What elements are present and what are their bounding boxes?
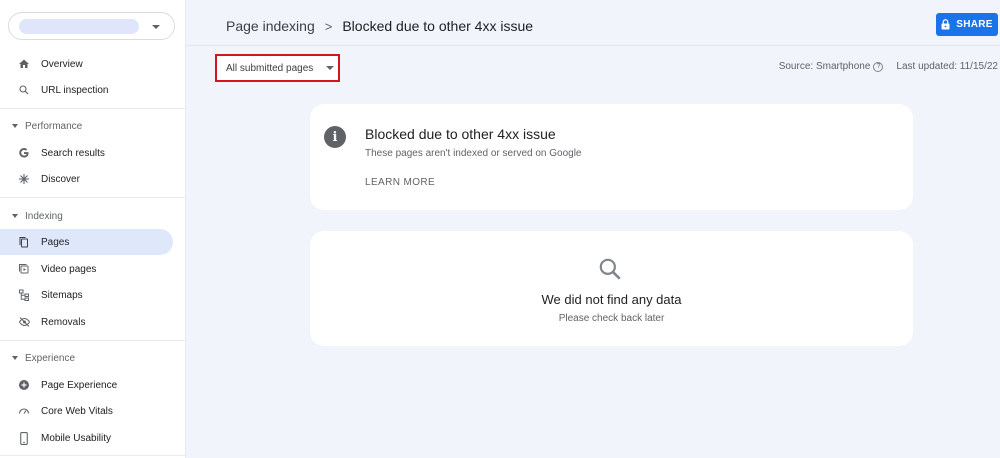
section-experience[interactable]: Experience — [0, 349, 186, 367]
section-label: Performance — [25, 120, 83, 132]
sidebar-item-url-inspection[interactable]: URL inspection — [0, 77, 173, 103]
sidebar: Overview URL inspection Performance Sear… — [0, 0, 186, 458]
sidebar-item-label: Pages — [41, 236, 70, 248]
sidebar-item-label: Core Web Vitals — [41, 405, 113, 417]
video-pages-icon — [17, 262, 31, 276]
gauge-icon — [17, 404, 31, 418]
source-text: Source: Smartphone — [778, 61, 871, 72]
info-icon: i — [324, 126, 346, 148]
sidebar-item-removals[interactable]: Removals — [0, 309, 173, 335]
sidebar-item-page-experience[interactable]: Page Experience — [0, 372, 173, 398]
search-icon — [17, 83, 31, 97]
sidebar-divider — [0, 108, 186, 109]
sidebar-item-video-pages[interactable]: Video pages — [0, 256, 173, 282]
breadcrumb-separator: > — [324, 18, 333, 34]
sidebar-divider — [0, 340, 186, 341]
sidebar-item-search-results[interactable]: Search results — [0, 140, 173, 166]
lock-icon — [941, 19, 950, 30]
section-performance[interactable]: Performance — [0, 117, 186, 135]
sidebar-item-label: Mobile Usability — [41, 432, 112, 444]
caret-down-icon — [12, 124, 18, 128]
property-selector[interactable] — [8, 12, 175, 40]
sidebar-item-label: Search results — [41, 147, 105, 159]
sidebar-item-mobile-usability[interactable]: Mobile Usability — [0, 425, 173, 451]
plus-circle-icon — [17, 378, 31, 392]
sitemap-icon — [17, 288, 31, 302]
header-divider — [186, 45, 1000, 46]
breadcrumb-parent-link[interactable]: Page indexing — [226, 18, 315, 34]
caret-down-icon — [12, 214, 18, 218]
share-button-label: SHARE — [956, 19, 993, 30]
home-icon — [17, 57, 31, 71]
issue-subtitle: These pages aren't indexed or served on … — [365, 148, 582, 159]
sidebar-item-label: Removals — [41, 316, 86, 328]
submitted-pages-filter[interactable]: All submitted pages — [215, 54, 340, 82]
sidebar-item-label: URL inspection — [41, 84, 109, 96]
report-meta: Source: Smartphone ? Last updated: 11/15… — [779, 61, 998, 72]
sidebar-item-label: Sitemaps — [41, 289, 83, 301]
filter-value: All submitted pages — [226, 62, 314, 74]
share-button[interactable]: SHARE — [936, 13, 998, 36]
eye-off-icon — [17, 315, 31, 329]
help-icon[interactable]: ? — [873, 61, 884, 72]
last-updated-text: Last updated: 11/15/22 — [896, 61, 998, 72]
sidebar-item-label: Discover — [41, 173, 80, 185]
breadcrumb: Page indexing > Blocked due to other 4xx… — [226, 17, 533, 35]
sidebar-item-discover[interactable]: Discover — [0, 166, 173, 192]
asterisk-icon — [17, 172, 31, 186]
empty-state-subtext: Please check back later — [558, 313, 665, 324]
google-g-icon — [17, 146, 31, 160]
sidebar-item-sitemaps[interactable]: Sitemaps — [0, 282, 173, 308]
sidebar-item-label: Overview — [41, 58, 83, 70]
section-indexing[interactable]: Indexing — [0, 207, 186, 225]
sidebar-item-label: Video pages — [41, 263, 97, 275]
empty-state-card: We did not find any data Please check ba… — [310, 231, 913, 346]
section-label: Experience — [25, 352, 76, 364]
pages-icon — [17, 235, 31, 249]
sidebar-divider — [0, 197, 186, 198]
chevron-down-icon — [326, 66, 334, 70]
sidebar-item-pages[interactable]: Pages — [0, 229, 173, 255]
empty-state-heading: We did not find any data — [541, 292, 682, 307]
learn-more-link[interactable]: LEARN MORE — [365, 177, 435, 188]
issue-card: i Blocked due to other 4xx issue These p… — [310, 104, 913, 210]
caret-down-icon — [12, 356, 18, 360]
search-icon — [597, 256, 623, 287]
section-label: Indexing — [25, 210, 63, 222]
property-name-redacted — [19, 19, 139, 34]
sidebar-item-core-web-vitals[interactable]: Core Web Vitals — [0, 398, 173, 424]
sidebar-divider — [0, 455, 186, 456]
sidebar-item-overview[interactable]: Overview — [0, 51, 173, 77]
sidebar-item-label: Page Experience — [41, 379, 118, 391]
chevron-down-icon — [152, 25, 160, 29]
page-title: Blocked due to other 4xx issue — [342, 18, 534, 34]
phone-icon — [17, 431, 31, 445]
issue-title: Blocked due to other 4xx issue — [365, 126, 556, 142]
